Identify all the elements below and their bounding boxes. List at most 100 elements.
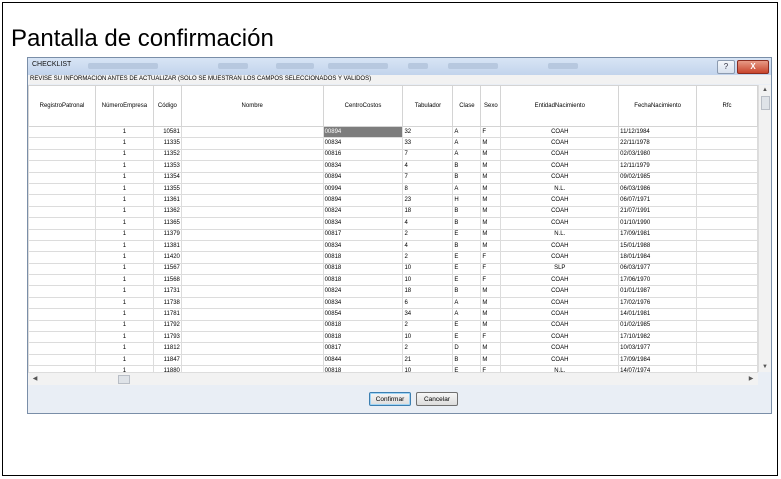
table-cell[interactable]	[696, 274, 758, 287]
table-cell[interactable]: 7	[402, 148, 454, 162]
table-cell[interactable]: 15/01/1988	[618, 239, 698, 253]
table-cell[interactable]: 11731	[152, 285, 182, 298]
table-cell[interactable]: E	[452, 262, 482, 276]
table-cell[interactable]: 00824	[322, 285, 404, 298]
table-cell[interactable]: H	[452, 194, 482, 207]
table-row[interactable]: 1 11381 00834 4 B M COAH 15/01/1988	[28, 239, 758, 253]
table-cell[interactable]	[28, 228, 96, 241]
table-cell[interactable]: COAH	[500, 239, 620, 253]
table-cell[interactable]	[696, 239, 758, 253]
table-cell[interactable]	[180, 182, 324, 196]
table-cell[interactable]: B	[452, 171, 482, 184]
table-cell[interactable]	[28, 262, 96, 276]
table-cell[interactable]: 12/11/1979	[618, 160, 698, 173]
table-cell[interactable]: 00834	[322, 160, 404, 173]
table-cell[interactable]: 23	[402, 194, 454, 207]
table-cell[interactable]	[696, 160, 758, 173]
table-cell[interactable]: A	[452, 182, 482, 196]
table-cell[interactable]: 1	[94, 353, 154, 367]
cancel-button[interactable]: Cancelar	[416, 392, 458, 406]
table-cell[interactable]: 11793	[152, 331, 182, 344]
table-row[interactable]: 1 11781 00854 34 A M COAH 14/01/1981	[28, 308, 758, 321]
table-cell[interactable]: 00818	[322, 262, 404, 276]
column-header[interactable]: FechaNacimiento	[618, 85, 698, 127]
table-cell[interactable]: 11355	[152, 182, 182, 196]
table-cell[interactable]: 17/10/1982	[618, 331, 698, 344]
table-cell[interactable]	[180, 274, 324, 287]
table-cell[interactable]: 00834	[322, 239, 404, 253]
table-cell[interactable]: M	[480, 194, 502, 207]
table-cell[interactable]	[180, 342, 324, 355]
table-cell[interactable]	[696, 308, 758, 321]
table-cell[interactable]	[696, 251, 758, 264]
table-cell[interactable]: A	[452, 308, 482, 321]
table-row[interactable]: 1 11335 00834 33 A M COAH 22/11/1978	[28, 137, 758, 150]
table-cell[interactable]: 1	[94, 148, 154, 162]
table-cell[interactable]: 17/02/1976	[618, 296, 698, 310]
vertical-scroll-thumb[interactable]	[761, 96, 770, 110]
table-cell[interactable]: COAH	[500, 205, 620, 219]
table-cell[interactable]: 1	[94, 296, 154, 310]
table-cell[interactable]: 1	[94, 285, 154, 298]
table-cell[interactable]	[28, 239, 96, 253]
table-cell[interactable]	[180, 194, 324, 207]
table-cell[interactable]	[28, 205, 96, 219]
table-cell[interactable]	[180, 308, 324, 321]
table-cell[interactable]	[180, 251, 324, 264]
table-cell[interactable]: COAH	[500, 319, 620, 333]
table-cell[interactable]: F	[480, 274, 502, 287]
table-cell[interactable]: 11354	[152, 171, 182, 184]
table-cell[interactable]	[28, 160, 96, 173]
table-cell[interactable]: 11738	[152, 296, 182, 310]
table-cell[interactable]	[696, 171, 758, 184]
table-cell[interactable]: 10581	[152, 125, 182, 139]
table-cell[interactable]	[28, 125, 96, 139]
table-row[interactable]: 1 11738 00834 6 A M COAH 17/02/1976	[28, 296, 758, 310]
table-cell[interactable]: 11365	[152, 217, 182, 230]
table-cell[interactable]: F	[480, 331, 502, 344]
table-cell[interactable]: 8	[402, 182, 454, 196]
table-cell[interactable]: A	[452, 137, 482, 150]
table-cell[interactable]: B	[452, 285, 482, 298]
table-row[interactable]: 1 10581 00894 32 A F COAH 11/12/1984	[28, 125, 758, 139]
table-cell[interactable]: M	[480, 296, 502, 310]
scroll-left-icon[interactable]: ◀	[30, 373, 40, 385]
table-cell[interactable]	[696, 125, 758, 139]
table-cell[interactable]: B	[452, 205, 482, 219]
table-row[interactable]: 1 11379 00817 2 E M N.L. 17/09/1981	[28, 228, 758, 241]
table-cell[interactable]: M	[480, 353, 502, 367]
help-button[interactable]: ?	[717, 60, 735, 74]
table-cell[interactable]: COAH	[500, 160, 620, 173]
table-cell[interactable]: 00844	[322, 353, 404, 367]
table-cell[interactable]: 1	[94, 217, 154, 230]
table-cell[interactable]: 1	[94, 342, 154, 355]
table-cell[interactable]: A	[452, 125, 482, 139]
table-cell[interactable]: COAH	[500, 171, 620, 184]
table-cell[interactable]: 32	[402, 125, 454, 139]
column-header[interactable]: Código	[152, 85, 182, 127]
table-cell[interactable]: 18	[402, 205, 454, 219]
column-header[interactable]: NúmeroEmpresa	[94, 85, 154, 127]
table-cell[interactable]: 11/12/1984	[618, 125, 698, 139]
table-cell[interactable]: M	[480, 217, 502, 230]
table-cell[interactable]: 11567	[152, 262, 182, 276]
table-cell[interactable]: 11379	[152, 228, 182, 241]
table-cell[interactable]	[28, 217, 96, 230]
table-cell[interactable]	[28, 285, 96, 298]
table-cell[interactable]: 02/03/1980	[618, 148, 698, 162]
table-cell[interactable]	[180, 217, 324, 230]
table-cell[interactable]: 00816	[322, 148, 404, 162]
table-cell[interactable]: 17/09/1981	[618, 228, 698, 241]
table-cell[interactable]: M	[480, 308, 502, 321]
table-row[interactable]: 1 11731 00824 18 B M COAH 01/01/1987	[28, 285, 758, 298]
table-cell[interactable]	[28, 251, 96, 264]
table-row[interactable]: 1 11354 00894 7 B M COAH 09/02/1985	[28, 171, 758, 184]
table-cell[interactable]: B	[452, 160, 482, 173]
table-cell[interactable]	[696, 353, 758, 367]
table-cell[interactable]	[28, 171, 96, 184]
table-cell[interactable]: 09/02/1985	[618, 171, 698, 184]
table-cell[interactable]: 06/07/1971	[618, 194, 698, 207]
table-cell[interactable]: 00818	[322, 331, 404, 344]
table-cell[interactable]: COAH	[500, 274, 620, 287]
scroll-up-icon[interactable]: ▲	[759, 85, 771, 95]
